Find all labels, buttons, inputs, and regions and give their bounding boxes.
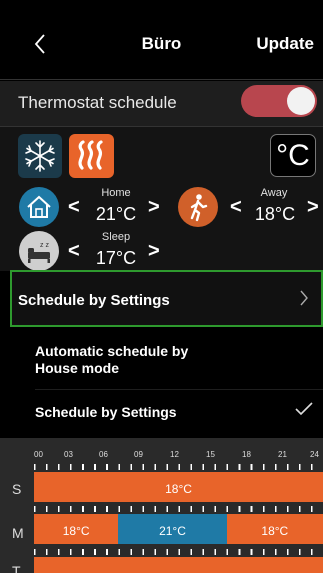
sleep-label: Sleep xyxy=(101,231,131,243)
day-bar-row xyxy=(34,557,323,573)
house-icon xyxy=(27,195,51,218)
option-label: Automatic schedule by House mode xyxy=(35,343,189,376)
unit-label: °C xyxy=(276,139,310,172)
sleep-decrease-button[interactable]: < xyxy=(68,241,80,261)
hour-tick-label: 18 xyxy=(242,450,251,459)
away-increase-button[interactable]: > xyxy=(307,197,319,217)
update-button[interactable]: Update xyxy=(256,34,314,54)
hour-tick-label: 09 xyxy=(134,450,143,459)
hour-ticks xyxy=(34,506,323,512)
home-mode-icon xyxy=(19,187,59,227)
hour-tick-label: 21 xyxy=(278,450,287,459)
temperature-unit-button[interactable]: °C xyxy=(270,134,316,177)
day-label: S xyxy=(12,481,22,497)
heat-waves-icon xyxy=(78,140,103,170)
option-schedule-by-settings[interactable]: Schedule by Settings xyxy=(0,390,323,436)
schedule-segment[interactable]: 18°C xyxy=(34,472,323,502)
schedule-segment[interactable]: 18°C xyxy=(34,514,119,544)
bed-icon: z z xyxy=(28,242,50,263)
home-decrease-button[interactable]: < xyxy=(68,197,80,217)
toggle-knob xyxy=(287,87,315,115)
day-bar-row: 18°C 21°C 18°C xyxy=(34,514,323,544)
hour-tick-label: 06 xyxy=(99,450,108,459)
day-label: M xyxy=(12,525,24,541)
hour-axis: 00 03 06 09 12 15 18 21 24 xyxy=(0,450,323,464)
hour-tick-label: 24 xyxy=(310,450,319,459)
thermostat-schedule-toggle[interactable] xyxy=(241,85,317,117)
svg-text:z z: z z xyxy=(40,242,49,249)
schedule-segment[interactable]: 21°C xyxy=(118,514,227,544)
home-increase-button[interactable]: > xyxy=(148,197,160,217)
sleep-temp: 17°C xyxy=(95,248,137,268)
option-label: Schedule by Settings xyxy=(35,404,177,420)
snowflake-icon xyxy=(25,140,55,172)
hour-ticks xyxy=(34,549,323,555)
hour-tick-label: 15 xyxy=(206,450,215,459)
away-mode-icon xyxy=(178,187,218,227)
walking-person-icon xyxy=(190,194,208,222)
cooling-mode-button[interactable] xyxy=(18,134,62,178)
schedule-by-settings-label: Schedule by Settings xyxy=(18,292,170,309)
chevron-right-icon xyxy=(300,290,308,306)
hour-ticks xyxy=(34,464,323,470)
header-bar: Büro Update xyxy=(0,0,323,80)
away-label: Away xyxy=(260,187,288,199)
checkmark-icon xyxy=(295,402,313,416)
option-automatic-schedule[interactable]: Automatic schedule by House mode xyxy=(0,333,323,389)
hour-tick-label: 00 xyxy=(34,450,43,459)
home-temp: 21°C xyxy=(95,204,137,224)
heating-mode-button[interactable] xyxy=(69,134,114,178)
day-bar-row: 18°C xyxy=(34,472,323,502)
schedule-by-settings-row[interactable]: Schedule by Settings xyxy=(10,270,323,327)
sleep-mode-icon: z z xyxy=(19,231,59,271)
schedule-segment[interactable]: 18°C xyxy=(226,514,323,544)
thermostat-schedule-label: Thermostat schedule xyxy=(18,93,177,112)
hour-tick-label: 03 xyxy=(64,450,73,459)
away-temp: 18°C xyxy=(254,204,296,224)
schedule-segment[interactable] xyxy=(34,557,323,573)
home-label: Home xyxy=(101,187,131,199)
sleep-increase-button[interactable]: > xyxy=(148,241,160,261)
hour-tick-label: 12 xyxy=(170,450,179,459)
day-label: T xyxy=(12,563,21,573)
